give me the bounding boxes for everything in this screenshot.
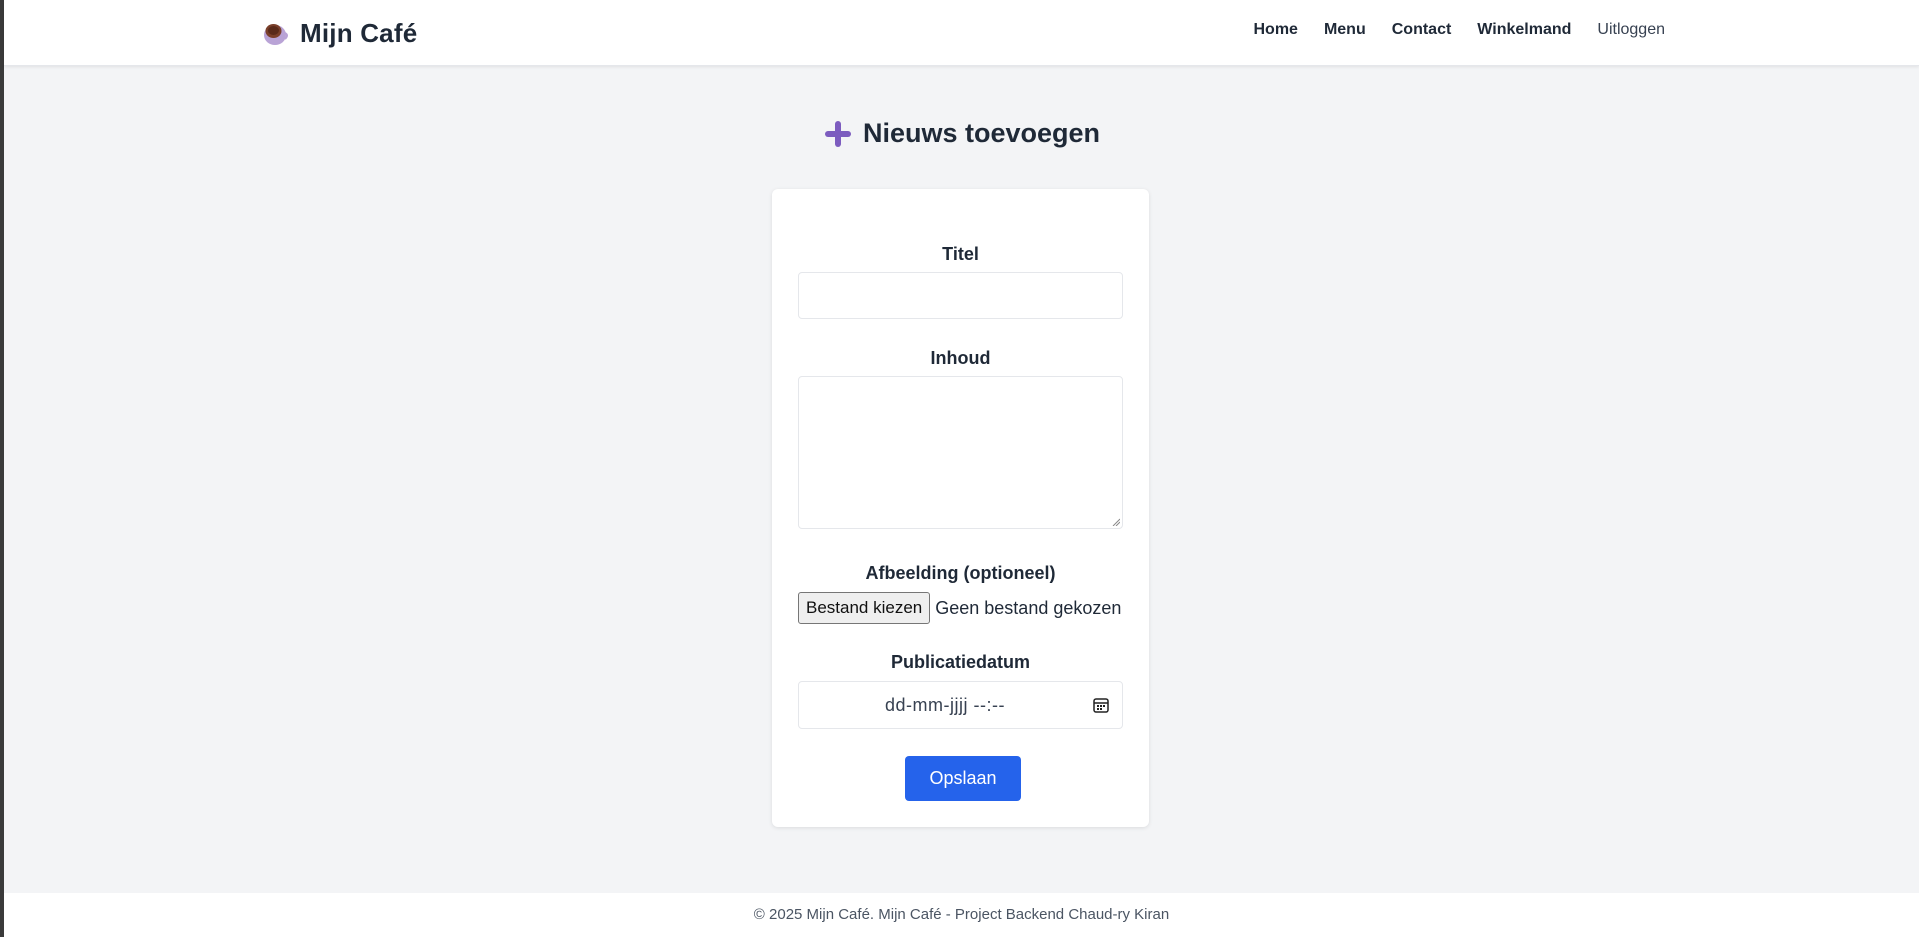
title-label: Titel bbox=[942, 244, 979, 264]
nav-menu[interactable]: Menu bbox=[1324, 21, 1366, 39]
content-textarea[interactable] bbox=[798, 376, 1123, 529]
page-heading: Nieuws toevoegen bbox=[862, 118, 1101, 148]
page-title: Nieuws toevoegen bbox=[4, 118, 1919, 149]
calendar-icon[interactable] bbox=[1092, 696, 1110, 714]
brand[interactable]: Mijn Café bbox=[260, 16, 417, 50]
resize-handle-icon[interactable] bbox=[1112, 518, 1120, 526]
coffee-cup-icon bbox=[264, 24, 288, 45]
image-label: Afbeelding (optioneel) bbox=[865, 563, 1056, 583]
footer-text: © 2025 Mijn Café. Mijn Café - Project Ba… bbox=[753, 906, 1170, 923]
site-footer: © 2025 Mijn Café. Mijn Café - Project Ba… bbox=[4, 893, 1919, 937]
file-picker: Bestand kiezen Geen bestand gekozen bbox=[798, 592, 1121, 624]
main-nav: Home Menu Contact Winkelmand Uitloggen bbox=[1254, 21, 1666, 39]
file-status: Geen bestand gekozen bbox=[935, 597, 1122, 618]
save-button[interactable]: Opslaan bbox=[905, 756, 1021, 801]
publication-date-input[interactable]: dd-mm-jjjj --:-- bbox=[798, 681, 1123, 729]
nav-logout[interactable]: Uitloggen bbox=[1597, 21, 1665, 39]
content-label: Inhoud bbox=[930, 348, 991, 368]
title-input[interactable] bbox=[798, 272, 1123, 319]
plus-icon bbox=[824, 120, 851, 147]
date-placeholder: dd-mm-jjjj --:-- bbox=[885, 695, 1005, 715]
nav-home[interactable]: Home bbox=[1254, 21, 1298, 39]
nav-cart[interactable]: Winkelmand bbox=[1477, 21, 1571, 39]
date-label: Publicatiedatum bbox=[890, 652, 1031, 672]
nav-contact[interactable]: Contact bbox=[1392, 21, 1452, 39]
choose-file-button[interactable]: Bestand kiezen bbox=[798, 592, 931, 624]
news-form: Titel Inhoud Afbeelding (optioneel) Best… bbox=[772, 189, 1149, 827]
site-header: Mijn Café Home Menu Contact Winkelmand U… bbox=[4, 0, 1919, 66]
brand-title: Mijn Café bbox=[300, 17, 418, 48]
